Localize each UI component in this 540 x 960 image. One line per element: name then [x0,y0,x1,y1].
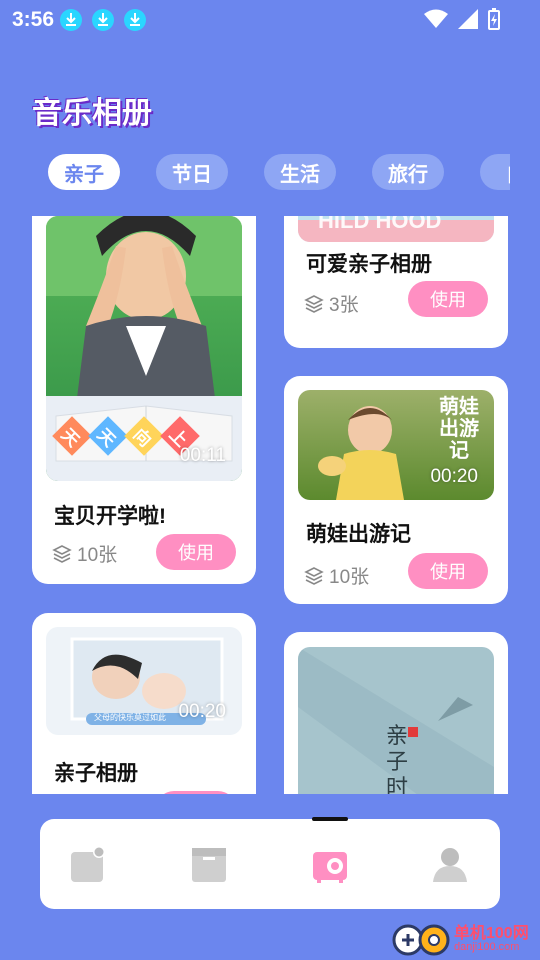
photo-count-text: 10张 [77,545,118,566]
video-duration: 00:20 [178,701,226,722]
thumbnail-overlay-text: 萌娃出游记 [439,396,479,462]
photo-count: 3张 [304,290,359,317]
album-icon [71,846,105,882]
archive-icon [192,848,226,882]
download-notifications [60,9,146,31]
camera-icon [313,852,347,883]
template-card[interactable]: 亲子时光 [284,632,508,794]
nav-camera[interactable] [310,846,350,884]
video-duration: 00:11 [179,445,226,466]
svg-text:HILD HOOD: HILD HOOD [318,216,441,233]
nav-profile[interactable] [430,846,470,884]
use-button[interactable]: 使用 [408,553,488,589]
template-card[interactable]: 天 天 向 上 00:11 宝贝开学啦! 10张 使用 [32,216,256,584]
status-time: 3:56 [12,8,55,31]
template-title: 可爱亲子相册 [306,253,432,276]
wifi-icon [424,9,448,28]
watermark: 单机100网 danji100.com [392,920,529,958]
banner-char: 天 [52,416,92,456]
bottom-navigation [40,817,500,909]
page-title: 音乐相册 [32,97,152,130]
template-thumbnail[interactable]: 亲子时光 [298,647,494,794]
template-title: 亲子相册 [54,762,138,785]
download-icon [124,9,146,31]
use-button[interactable] [156,791,236,794]
template-card[interactable]: HILD HOOD 可爱亲子相册 3张 使用 [284,216,508,348]
watermark-logo [392,924,450,956]
template-card[interactable]: 萌娃出游记 00:20 萌娃出游记 10张 使用 [284,376,508,604]
photo-count-text: 10张 [329,567,370,588]
template-title: 萌娃出游记 [306,523,411,546]
status-indicators [424,8,500,30]
banner-text: 天 天 向 上 [52,416,200,456]
thumbnail-overlay-text: 亲子时光 [386,723,409,794]
template-thumbnail[interactable]: HILD HOOD [298,216,494,242]
photo-count-text: 3张 [329,295,359,316]
download-icon [60,9,82,31]
category-tabs: 亲子 节日 生活 旅行 自 [48,154,510,190]
template-thumbnail[interactable]: 萌娃出游记 00:20 [298,390,494,500]
layers-icon [52,544,72,563]
use-button[interactable]: 使用 [408,281,488,317]
signal-icon [458,9,478,29]
banner-char: 向 [124,416,164,456]
template-thumbnail[interactable]: 父母的快乐莫过如此 00:20 [46,627,242,735]
tab-parent-child[interactable]: 亲子 [48,154,120,190]
childhood-banner: HILD HOOD [298,216,494,242]
watermark-title: 单机100网 [454,924,529,942]
photo-count: 10张 [52,540,117,567]
nav-album[interactable] [68,846,108,884]
video-duration: 00:20 [430,466,478,487]
profile-icon [433,848,467,882]
tab-holiday[interactable]: 节日 [156,154,228,190]
tab-travel[interactable]: 旅行 [372,154,444,190]
tab-life[interactable]: 生活 [264,154,336,190]
layers-icon [304,294,324,313]
layers-icon [304,566,324,585]
nav-archive[interactable] [189,846,229,884]
template-thumbnail[interactable]: 天 天 向 上 00:11 [46,216,242,481]
status-bar: 3:56 [0,0,540,40]
banner-char: 天 [88,416,128,456]
template-grid[interactable]: 天 天 向 上 00:11 宝贝开学啦! 10张 使用 HILD HOOD 可爱… [0,216,540,794]
active-nav-indicator [312,817,348,821]
use-button[interactable]: 使用 [156,534,236,570]
template-title: 宝贝开学啦! [54,505,166,528]
download-icon [92,9,114,31]
thumbnail-caption: 父母的快乐莫过如此 [94,713,166,722]
template-card[interactable]: 父母的快乐莫过如此 00:20 亲子相册 [32,613,256,794]
watermark-url: danji100.com [454,940,520,953]
photo-count: 10张 [304,562,369,589]
battery-icon [488,8,500,30]
tab-self[interactable]: 自 [480,154,510,190]
